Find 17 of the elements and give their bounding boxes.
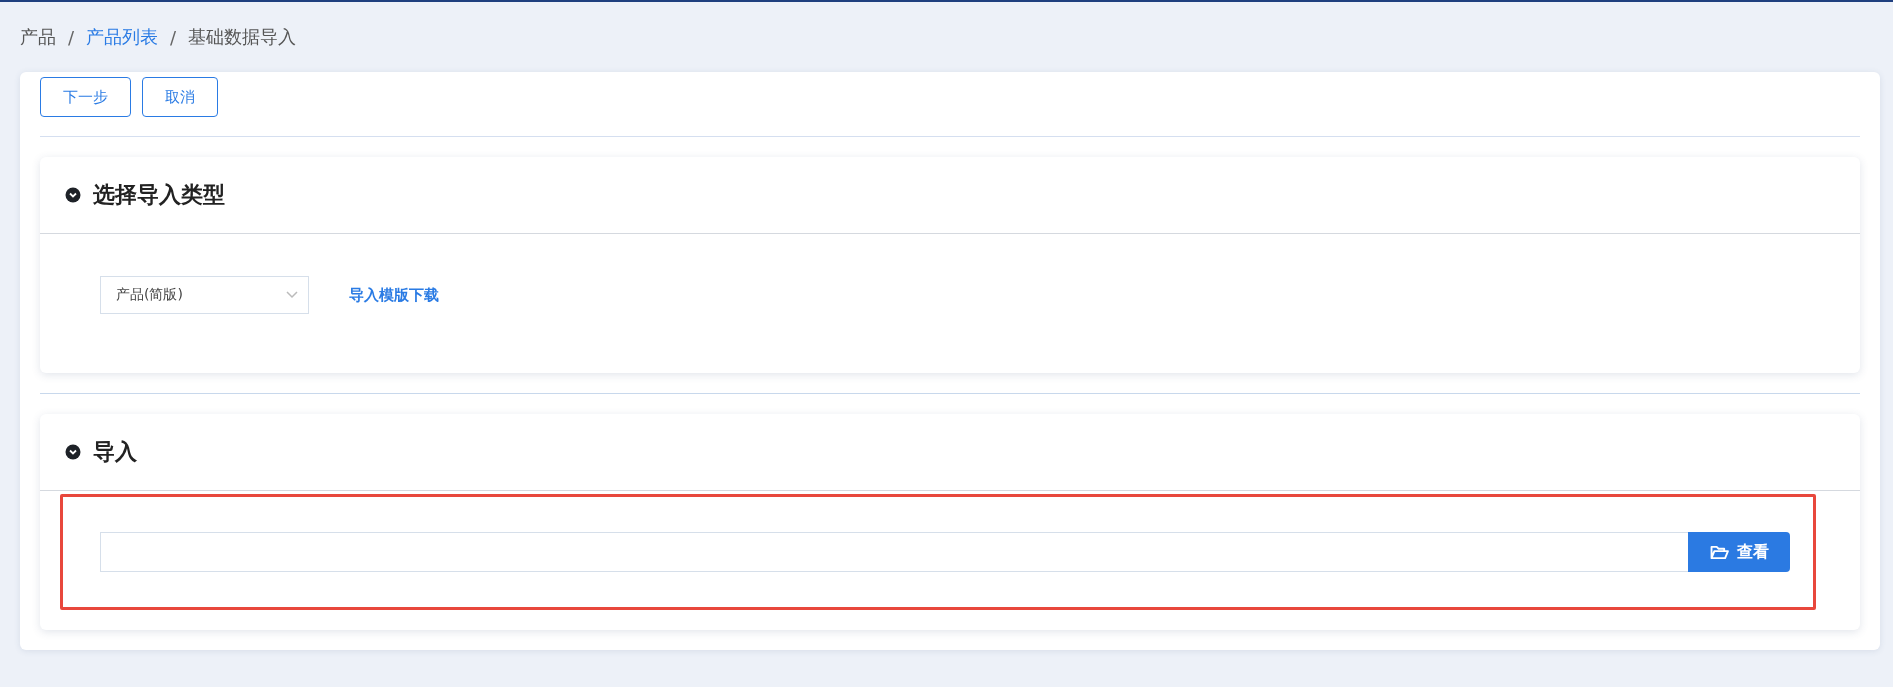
folder-icon	[1709, 544, 1729, 560]
action-button[interactable]: 取消	[142, 77, 218, 117]
breadcrumb-separator: /	[170, 26, 177, 48]
breadcrumb-link[interactable]: 产品列表	[86, 25, 159, 49]
template-download-link[interactable]: 导入模版下载	[349, 285, 439, 305]
chevron-down-icon[interactable]	[65, 187, 81, 203]
action-button[interactable]: 下一步	[40, 77, 131, 117]
breadcrumb-item: 产品	[20, 25, 56, 49]
section-title: 选择导入类型	[93, 181, 225, 209]
type-select[interactable]: 产品(简版)	[100, 276, 309, 314]
chevron-down-icon	[286, 291, 298, 299]
breadcrumb-item: 基础数据导入	[188, 25, 297, 49]
browse-button[interactable]: 查看	[1688, 532, 1790, 572]
chevron-down-icon[interactable]	[65, 444, 81, 460]
section-title: 导入	[93, 438, 137, 466]
breadcrumb-separator: /	[68, 26, 75, 48]
file-path-field[interactable]	[100, 532, 1688, 572]
